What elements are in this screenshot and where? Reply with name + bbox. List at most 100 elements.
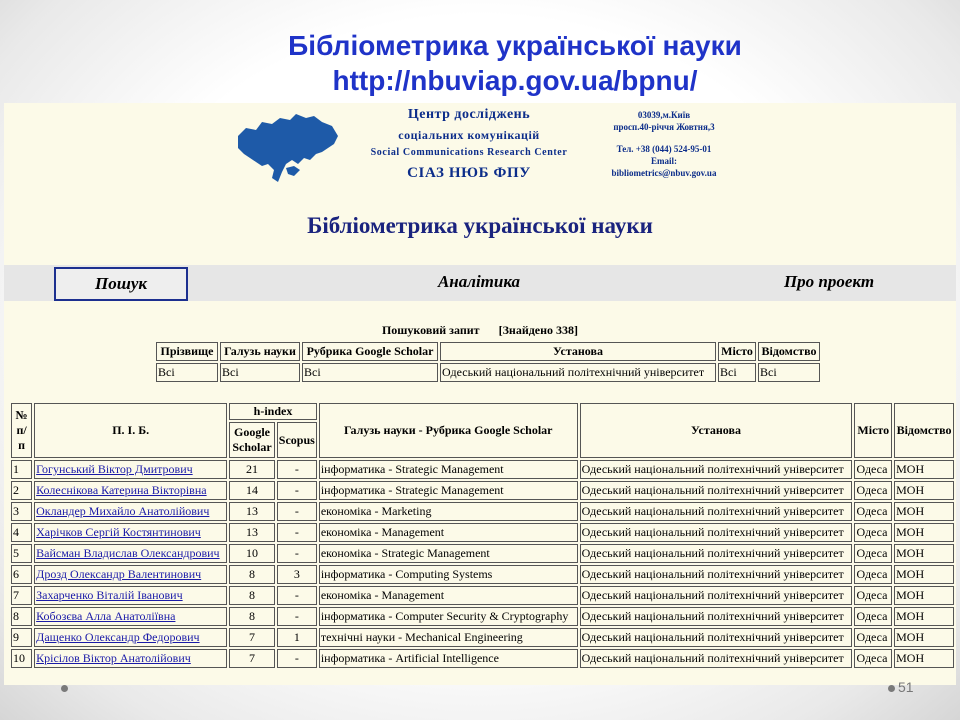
cell-num: 3 bbox=[11, 502, 33, 521]
cell-scopus-hindex: - bbox=[276, 523, 317, 542]
table-row: 10 Крісілов Віктор Анатолійович 7- інформат… bbox=[11, 649, 954, 668]
col-header-scopus: Scopus bbox=[276, 422, 317, 458]
author-link[interactable]: Кобозєва Алла Анатоліївна bbox=[36, 609, 175, 623]
cell-city: Одеса bbox=[854, 649, 893, 668]
cell-num: 2 bbox=[11, 481, 33, 500]
cell-google-hindex: 13 bbox=[229, 502, 275, 521]
cell-scopus-hindex: - bbox=[276, 544, 317, 563]
col-header-hindex: h-index bbox=[229, 403, 317, 420]
cell-num: 9 bbox=[11, 628, 33, 647]
nav-search-button[interactable]: Пошук bbox=[54, 267, 188, 301]
cell-institution: Одеський національний політехнічний унів… bbox=[579, 628, 853, 647]
author-link[interactable]: Окландер Михайло Анатолійович bbox=[36, 504, 209, 518]
cell-google-hindex: 13 bbox=[229, 523, 275, 542]
page-title: Бібліометрика української науки bbox=[307, 213, 653, 238]
author-link[interactable]: Крісілов Віктор Анатолійович bbox=[36, 651, 191, 665]
cell-google-hindex: 8 bbox=[229, 586, 275, 605]
col-header-name: П. І. Б. bbox=[34, 403, 228, 458]
author-link[interactable]: Харічков Сергій Костянтинович bbox=[36, 525, 201, 539]
cell-institution: Одеський національний політехнічний унів… bbox=[579, 565, 853, 584]
author-link[interactable]: Захарченко Віталій Іванович bbox=[36, 588, 183, 602]
cell-field: інформатика - Computing Systems bbox=[318, 565, 578, 584]
cell-name: Крісілов Віктор Анатолійович bbox=[34, 649, 228, 668]
query-label: Пошуковий запит bbox=[381, 323, 480, 337]
col-header-num: № п/п bbox=[11, 403, 33, 458]
cell-city: Одеса bbox=[854, 607, 893, 626]
cell-num: 4 bbox=[11, 523, 33, 542]
cell-dept: МОН bbox=[894, 607, 954, 626]
cell-city: Одеса bbox=[854, 565, 893, 584]
org-name-line: соціальних комунікацій bbox=[398, 128, 540, 142]
query-header: Відомство bbox=[758, 342, 820, 361]
query-value: Всі bbox=[758, 363, 820, 382]
cell-scopus-hindex: - bbox=[276, 502, 317, 521]
cell-city: Одеса bbox=[854, 628, 893, 647]
cell-num: 8 bbox=[11, 607, 33, 626]
cell-dept: МОН bbox=[894, 565, 954, 584]
cell-name: Захарченко Віталій Іванович bbox=[34, 586, 228, 605]
cell-google-hindex: 10 bbox=[229, 544, 275, 563]
cell-num: 1 bbox=[11, 460, 33, 479]
table-row: 6 Дрозд Олександр Валентинович 8 3 інформати… bbox=[11, 565, 954, 584]
cell-num: 10 bbox=[11, 649, 33, 668]
cell-scopus-hindex: - bbox=[276, 607, 317, 626]
cell-google-hindex: 8 bbox=[229, 565, 275, 584]
author-link[interactable]: Дрозд Олександр Валентинович bbox=[36, 567, 201, 581]
results-table: № п/п П. І. Б. h-index Галузь науки - Ру… bbox=[9, 401, 956, 670]
address-line: 03039,м.Київ bbox=[637, 110, 691, 120]
email[interactable]: bibliometrics@nbuv.gov.ua bbox=[599, 167, 729, 179]
org-name-block: Центр досліджень соціальних комунікацій … bbox=[340, 105, 598, 185]
nav-analytics-link[interactable]: Аналітика bbox=[404, 267, 554, 297]
cell-name: Харічков Сергій Костянтинович bbox=[34, 523, 228, 542]
table-row: 4 Харічков Сергій Костянтинович 13- економі… bbox=[11, 523, 954, 542]
cell-city: Одеса bbox=[854, 544, 893, 563]
cell-institution: Одеський національний політехнічний унів… bbox=[579, 607, 853, 626]
org-abbrev: СІАЗ НЮБ ФПУ bbox=[407, 165, 531, 181]
cell-google-hindex: 14 bbox=[229, 481, 275, 500]
cell-field: економіка - Strategic Management bbox=[318, 544, 578, 563]
col-header-field: Галузь науки - Рубрика Google Scholar bbox=[318, 403, 578, 458]
cell-dept: МОН bbox=[894, 586, 954, 605]
author-link[interactable]: Вайсман Владислав Олександрович bbox=[36, 546, 219, 560]
cell-scopus-hindex: 3 bbox=[276, 565, 317, 584]
site-header: Центр досліджень соціальних комунікацій … bbox=[4, 103, 956, 193]
cell-dept: МОН bbox=[894, 523, 954, 542]
cell-num: 7 bbox=[11, 586, 33, 605]
cell-scopus-hindex: 1 bbox=[276, 628, 317, 647]
results-header-row: № п/п П. І. Б. h-index Галузь науки - Ру… bbox=[11, 403, 954, 458]
author-link[interactable]: Гогунський Віктор Дмитрович bbox=[36, 462, 193, 476]
cell-city: Одеса bbox=[854, 481, 893, 500]
cell-field: інформатика - Strategic Management bbox=[318, 460, 578, 479]
table-row: 5 Вайсман Владислав Олександрович 10- еконо… bbox=[11, 544, 954, 563]
cell-field: інформатика - Computer Security & Crypto… bbox=[318, 607, 578, 626]
cell-dept: МОН bbox=[894, 481, 954, 500]
cell-name: Вайсман Владислав Олександрович bbox=[34, 544, 228, 563]
slide-title: Бібліометрика української науки bbox=[288, 30, 742, 61]
slide-url: http://nbuviap.gov.ua/bpnu/ bbox=[332, 65, 698, 96]
org-name-line: Центр досліджень bbox=[407, 107, 531, 122]
author-link[interactable]: Дащенко Олександр Федорович bbox=[36, 630, 199, 644]
nav-about-link[interactable]: Про проект bbox=[764, 267, 894, 297]
contact-block: 03039,м.Київ просп.40-річчя Жовтня,3 Тел… bbox=[599, 109, 729, 179]
cell-dept: МОН bbox=[894, 502, 954, 521]
nav-bar: Пошук Аналітика Про проект bbox=[4, 265, 956, 301]
phone: Тел. +38 (044) 524-95-01 bbox=[616, 144, 712, 154]
query-header: Прізвище bbox=[156, 342, 218, 361]
table-row: 3 Окландер Михайло Анатолійович 13- економі… bbox=[11, 502, 954, 521]
cell-institution: Одеський національний політехнічний унів… bbox=[579, 481, 853, 500]
cell-dept: МОН bbox=[894, 628, 954, 647]
cell-institution: Одеський національний політехнічний унів… bbox=[579, 544, 853, 563]
cell-google-hindex: 8 bbox=[229, 607, 275, 626]
cell-scopus-hindex: - bbox=[276, 481, 317, 500]
slide-bullet-dot bbox=[888, 685, 895, 692]
author-link[interactable]: Колеснікова Катерина Вікторівна bbox=[36, 483, 206, 497]
table-row: 9 Дащенко Олександр Федорович 7 1 технічні н… bbox=[11, 628, 954, 647]
org-name-line: Social Communications Research Center bbox=[370, 147, 568, 158]
cell-city: Одеса bbox=[854, 502, 893, 521]
query-header: Установа bbox=[440, 342, 716, 361]
cell-city: Одеса bbox=[854, 586, 893, 605]
query-header: Місто bbox=[718, 342, 756, 361]
query-table: Прізвище Галузь науки Рубрика Google Sch… bbox=[154, 340, 822, 384]
cell-scopus-hindex: - bbox=[276, 460, 317, 479]
slide-bullet-dot bbox=[61, 685, 68, 692]
